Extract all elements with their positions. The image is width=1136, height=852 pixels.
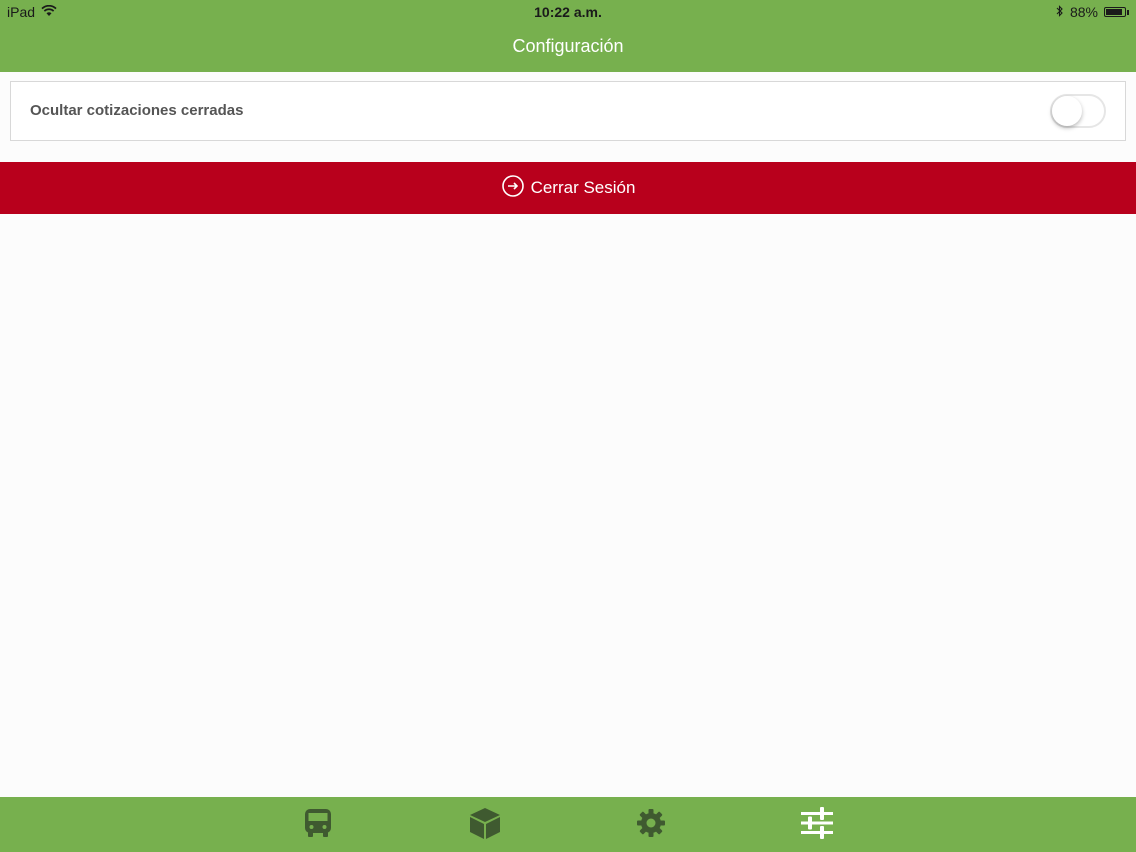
tab-bus[interactable] [298,805,338,845]
tab-box[interactable] [465,805,505,845]
setting-label: Ocultar cotizaciones cerradas [30,102,244,119]
battery-tip [1127,9,1129,15]
box-icon [468,806,502,845]
page-title: Configuración [512,36,624,56]
gear-icon [636,808,666,843]
status-bar: iPad 10:22 a.m. 88% [0,0,1136,24]
status-time: 10:22 a.m. [534,4,602,20]
bus-icon [304,808,332,843]
tab-bar [0,797,1136,852]
battery-icon [1104,7,1126,17]
toggle-knob [1052,96,1082,126]
battery-fill [1106,9,1122,15]
sliders-icon [800,806,834,845]
bluetooth-icon [1056,4,1064,20]
header: iPad 10:22 a.m. 88% Configuración [0,0,1136,72]
battery-percent: 88% [1069,4,1098,20]
logout-icon [501,174,525,203]
logout-label: Cerrar Sesión [530,178,636,197]
tab-settings[interactable] [631,805,671,845]
logout-button[interactable]: Cerrar Sesión [0,162,1136,214]
setting-row-hide-closed-quotes: Ocultar cotizaciones cerradas [10,81,1126,141]
tab-preferences[interactable] [797,805,837,845]
hide-closed-quotes-toggle[interactable] [1050,94,1106,128]
status-right: 88% [1056,4,1129,20]
